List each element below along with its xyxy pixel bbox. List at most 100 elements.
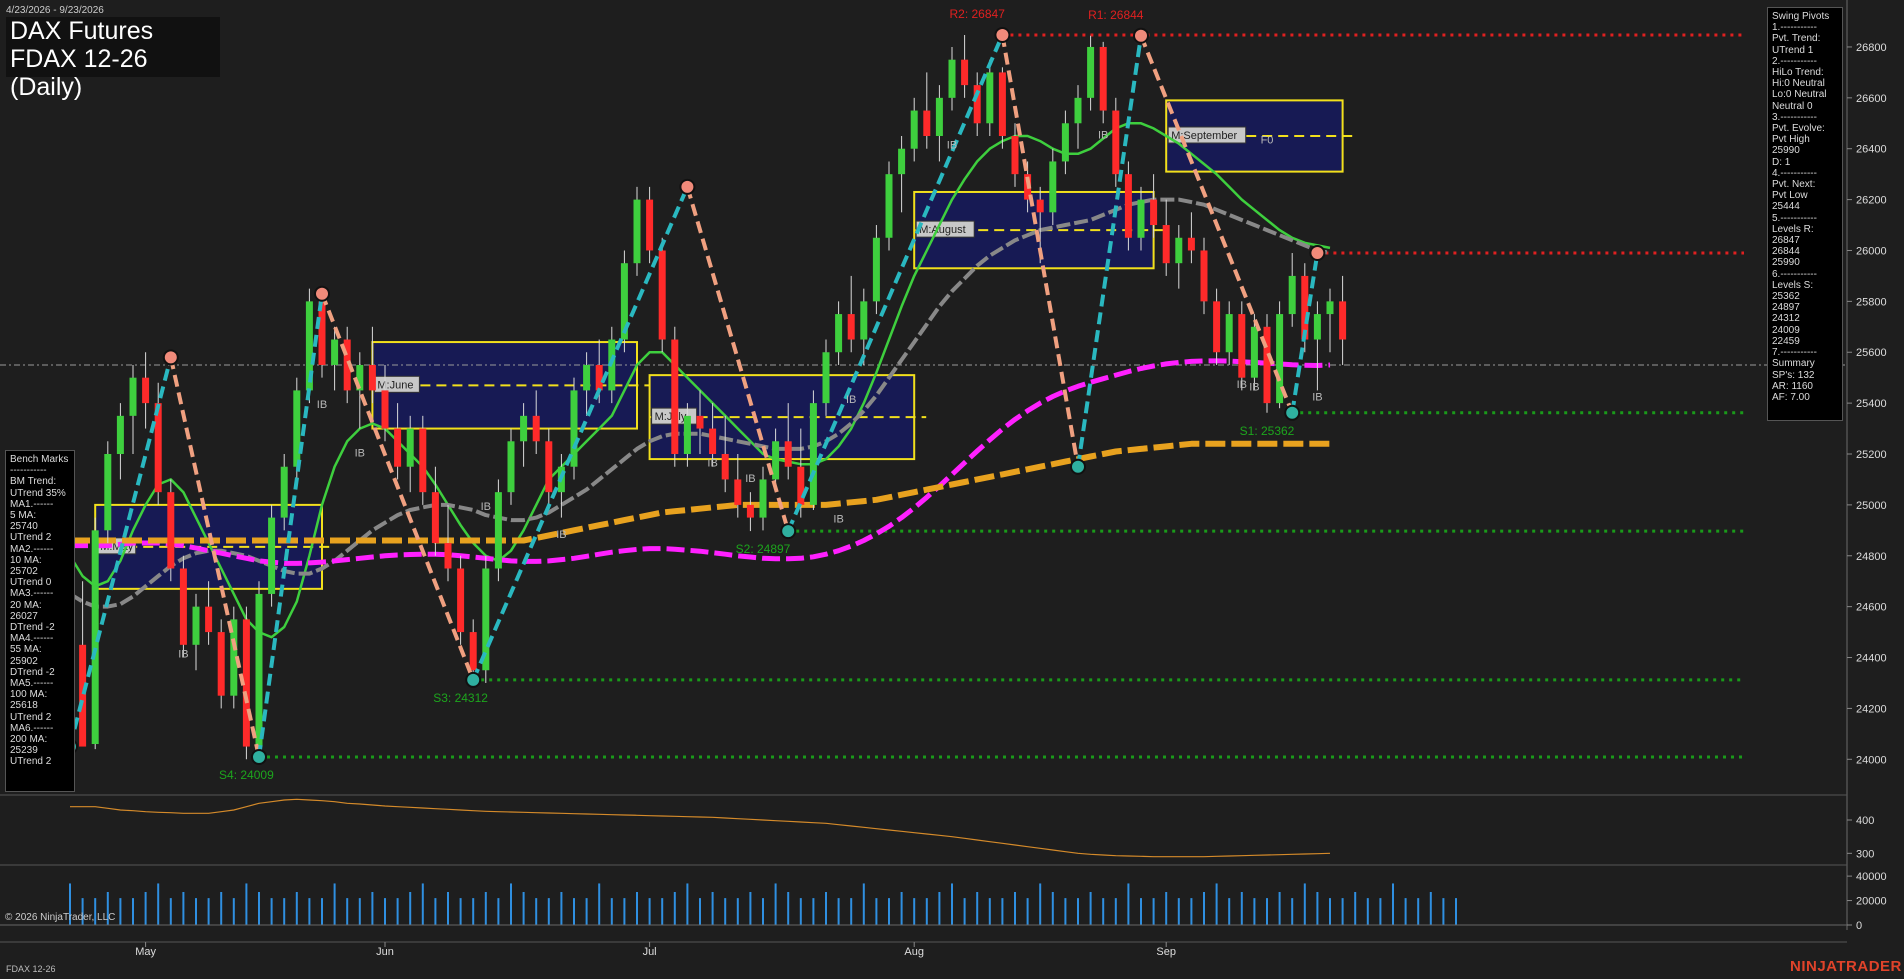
- candle-body: [1137, 199, 1145, 238]
- candle-body: [255, 593, 263, 747]
- swing-pivot-marker: [251, 749, 267, 765]
- swing-pivots-line: 24897: [1772, 302, 1800, 314]
- candle-body: [784, 441, 792, 467]
- bar-annotation: IB: [1312, 392, 1322, 404]
- candle-body: [734, 479, 742, 505]
- title-instrument-symbol: FDAX 12-26 (Daily): [10, 45, 148, 101]
- chart-title-box: DAX Futures FDAX 12-26 (Daily): [6, 17, 220, 101]
- swing-pivots-line: AF: 7.00: [1772, 391, 1810, 403]
- candle-body: [1124, 174, 1132, 238]
- price-tick-label: 25000: [1856, 500, 1887, 512]
- price-tick-label: 24600: [1856, 602, 1887, 614]
- price-tick-label: 24400: [1856, 653, 1887, 665]
- benchmarks-line: UTrend 0: [10, 577, 52, 589]
- candle-body: [683, 415, 691, 455]
- benchmarks-line: 25618: [10, 700, 38, 712]
- benchmarks-line: MA5.------: [10, 678, 54, 690]
- swing-pivot-marker: [162, 349, 179, 366]
- benchmarks-line: UTrend 2: [10, 711, 52, 723]
- candle-body: [1162, 225, 1170, 264]
- candle-body: [129, 377, 137, 416]
- candle-body: [1250, 326, 1258, 378]
- atr-tick-label: 400: [1856, 815, 1874, 827]
- swing-pivots-line: 6.-----------: [1772, 268, 1817, 280]
- date-range: 4/23/2026 - 9/23/2026: [6, 5, 104, 16]
- bar-annotation: IB: [745, 473, 755, 485]
- pivot-level-label: S4: 24009: [219, 768, 274, 782]
- swing-pivot-marker: [465, 671, 482, 688]
- copyright-text: © 2026 NinjaTrader, LLC: [5, 912, 116, 923]
- candle-body: [104, 454, 112, 531]
- swing-pivots-line: Levels S:: [1772, 279, 1814, 291]
- candle-body: [860, 301, 868, 340]
- candle-body: [142, 377, 150, 404]
- swing-pivots-line: 5.-----------: [1772, 212, 1817, 224]
- candle-body: [1061, 123, 1069, 162]
- benchmarks-line: 5 MA:: [10, 510, 37, 522]
- candle-body: [293, 390, 301, 467]
- swing-pivots-line: 24009: [1772, 324, 1800, 336]
- candle-body: [444, 543, 452, 569]
- candle-body: [532, 415, 540, 442]
- benchmarks-line: 20 MA:: [10, 599, 42, 611]
- candle-body: [835, 314, 843, 353]
- swing-pivot-marker: [679, 178, 696, 195]
- candle-body: [1288, 275, 1296, 315]
- benchmarks-line: MA4.------: [10, 633, 54, 645]
- candle-body: [822, 352, 830, 404]
- monthly-box-label: M:June: [377, 379, 413, 391]
- swing-pivots-line: D: 1: [1772, 156, 1791, 168]
- candle-body: [545, 441, 553, 493]
- candle-body: [696, 415, 704, 429]
- benchmarks-line: 25740: [10, 521, 38, 533]
- bar-annotation: IB: [947, 140, 957, 152]
- benchmarks-line: 25702: [10, 566, 38, 578]
- time-tick-label: May: [135, 946, 156, 958]
- benchmarks-line: 10 MA:: [10, 554, 42, 566]
- candle-body: [431, 492, 439, 544]
- swing-pivot-marker: [314, 285, 330, 302]
- swing-pivot-marker: [1284, 404, 1301, 421]
- candle-body: [709, 428, 717, 455]
- price-tick-label: 26200: [1856, 195, 1887, 207]
- candle-body: [1036, 199, 1044, 213]
- swing-pivots-line: Pvt. Next:: [1772, 179, 1816, 191]
- swing-pivots-line: Pvt Low: [1772, 190, 1808, 202]
- candle-body: [1049, 161, 1057, 213]
- candle-body: [986, 72, 994, 124]
- candle-body: [1238, 314, 1246, 378]
- candle-body: [394, 428, 402, 467]
- price-tick-label: 26800: [1856, 42, 1887, 54]
- candle-body: [1263, 326, 1271, 404]
- candle-body: [923, 110, 931, 136]
- candle-body: [671, 339, 679, 455]
- candle-body: [469, 632, 477, 671]
- benchmarks-line: DTrend -2: [10, 622, 55, 634]
- candle-body: [368, 364, 376, 391]
- candle-body: [1225, 314, 1233, 353]
- candle-body: [205, 606, 213, 633]
- candle-body: [885, 174, 893, 238]
- bar-annotation: IB: [178, 649, 188, 661]
- benchmarks-line: 25902: [10, 655, 38, 667]
- volume-tick-label: 40000: [1856, 871, 1887, 883]
- swing-pivots-line: 25990: [1772, 257, 1800, 269]
- candle-body: [1011, 135, 1019, 175]
- benchmarks-line: UTrend 2: [10, 532, 52, 544]
- candle-body: [179, 568, 187, 645]
- price-tick-label: 25200: [1856, 449, 1887, 461]
- candle-body: [583, 364, 591, 391]
- candle-body: [961, 59, 969, 86]
- candle-body: [1112, 110, 1120, 175]
- benchmarks-line: DTrend -2: [10, 666, 55, 678]
- candle-body: [1339, 301, 1347, 340]
- candle-body: [494, 492, 502, 569]
- candle-body: [280, 466, 288, 518]
- benchmarks-line: 55 MA:: [10, 644, 42, 656]
- swing-pivots-line: 3.-----------: [1772, 111, 1817, 123]
- swing-pivots-line: Pvt High: [1772, 134, 1810, 146]
- candle-body: [809, 403, 817, 505]
- price-tick-label: 26600: [1856, 93, 1887, 105]
- candle-body: [406, 428, 414, 467]
- candle-body: [872, 237, 880, 302]
